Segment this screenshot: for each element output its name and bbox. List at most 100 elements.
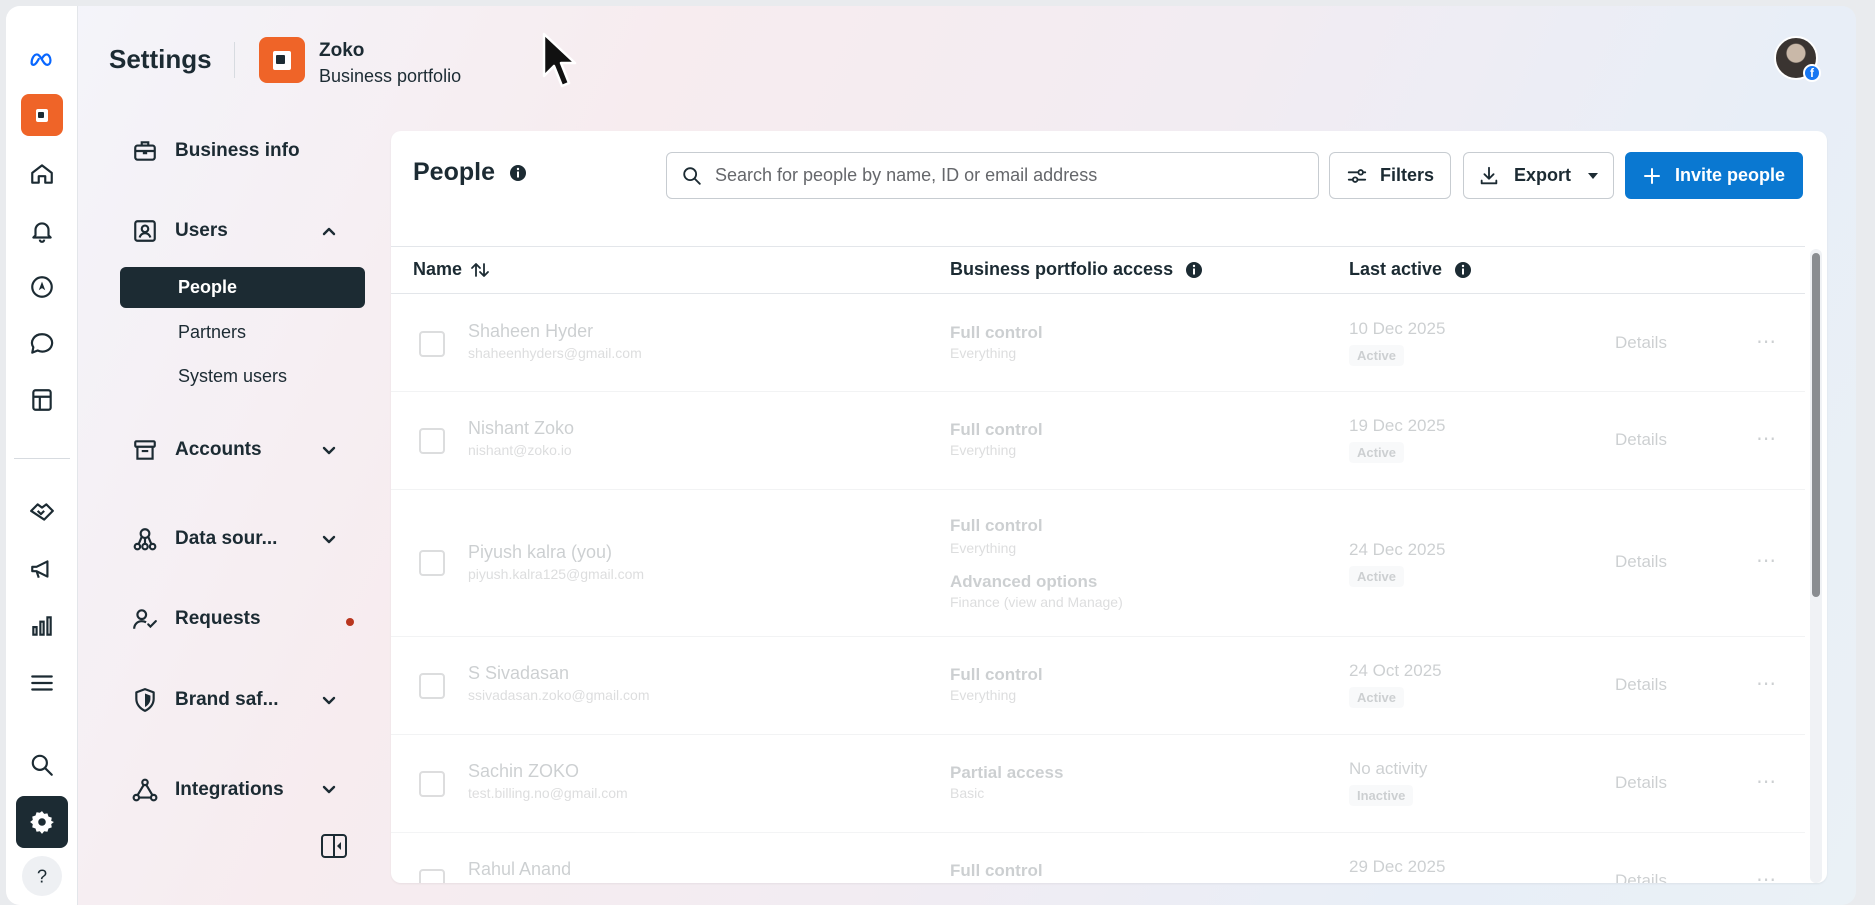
search-icon[interactable] bbox=[20, 743, 64, 787]
search-input-wrapper[interactable] bbox=[666, 152, 1319, 199]
column-header-access: Business portfolio access bbox=[950, 259, 1203, 280]
row-name: Nishant Zoko bbox=[468, 418, 575, 438]
row-last-active: 19 Dec 2025 bbox=[1349, 416, 1446, 435]
help-icon[interactable]: ? bbox=[22, 856, 62, 896]
table-row[interactable]: Shaheen Hyder shaheenhyders@gmail.com Fu… bbox=[391, 295, 1805, 392]
row-email: piyush.kalra125@gmail.com bbox=[468, 566, 645, 582]
rail-divider bbox=[14, 458, 70, 459]
scrollbar-thumb[interactable] bbox=[1812, 253, 1820, 597]
left-rail: ? bbox=[6, 6, 78, 905]
more-options-icon[interactable]: ⋯ bbox=[1756, 671, 1777, 696]
search-icon bbox=[683, 166, 701, 185]
table-row[interactable]: Sachin ZOKO test.billing.no@gmail.com Pa… bbox=[391, 735, 1805, 833]
info-icon[interactable] bbox=[1185, 261, 1203, 279]
sidebar-item-system-users[interactable]: System users bbox=[120, 356, 365, 397]
row-access-detail: Everything bbox=[950, 687, 1017, 703]
row-access: Full control bbox=[950, 516, 1043, 535]
row-email: ssivadasan.zoko@gmail.com bbox=[468, 687, 650, 703]
row-email: test.billing.no@gmail.com bbox=[468, 785, 628, 801]
details-link[interactable]: Details bbox=[1615, 773, 1667, 793]
details-link[interactable]: Details bbox=[1615, 871, 1667, 883]
row-last-active: 29 Dec 2025 bbox=[1349, 857, 1446, 876]
user-icon bbox=[419, 771, 445, 797]
chevron-down-icon[interactable] bbox=[320, 531, 338, 549]
sidebar-item-brand-safety[interactable]: Brand saf... bbox=[131, 680, 278, 720]
sidebar-item-business-info[interactable]: Business info bbox=[131, 131, 300, 171]
gear-icon[interactable] bbox=[16, 796, 68, 848]
column-header-label: Business portfolio access bbox=[950, 259, 1174, 279]
menu-icon[interactable] bbox=[20, 661, 64, 705]
facebook-badge-icon: f bbox=[1803, 64, 1821, 82]
column-header-last-active: Last active bbox=[1349, 259, 1472, 280]
briefcase-icon bbox=[131, 137, 159, 165]
sort-icon[interactable] bbox=[470, 261, 490, 279]
more-options-icon[interactable]: ⋯ bbox=[1756, 548, 1777, 573]
megaphone-icon[interactable] bbox=[20, 547, 64, 591]
row-name: S Sivadasan bbox=[468, 663, 570, 683]
sidebar-item-label: Brand saf... bbox=[175, 689, 279, 710]
details-link[interactable]: Details bbox=[1615, 675, 1667, 695]
sidebar-item-accounts[interactable]: Accounts bbox=[131, 430, 262, 470]
status-badge: Active bbox=[1349, 687, 1405, 708]
column-header-label: Last active bbox=[1349, 259, 1443, 279]
sidebar-item-integrations[interactable]: Integrations bbox=[131, 770, 284, 810]
bar-chart-icon[interactable] bbox=[20, 604, 64, 648]
row-last-active: 10 Dec 2025 bbox=[1349, 319, 1446, 338]
details-link[interactable]: Details bbox=[1615, 333, 1667, 353]
invite-people-button[interactable]: Invite people bbox=[1625, 152, 1803, 199]
portfolio-logo[interactable] bbox=[259, 37, 305, 83]
sidebar-item-data-sources[interactable]: Data sour... bbox=[131, 519, 277, 559]
more-options-icon[interactable]: ⋯ bbox=[1756, 769, 1777, 794]
row-name: Sachin ZOKO bbox=[468, 761, 580, 781]
filters-label: Filters bbox=[1379, 165, 1435, 185]
chevron-down-icon[interactable] bbox=[320, 442, 338, 460]
pages-icon[interactable] bbox=[20, 378, 64, 422]
more-options-icon[interactable]: ⋯ bbox=[1756, 426, 1777, 451]
bell-icon[interactable] bbox=[20, 209, 64, 253]
chat-icon[interactable] bbox=[20, 322, 64, 366]
data-nodes-icon bbox=[131, 525, 159, 553]
details-link[interactable]: Details bbox=[1615, 552, 1667, 572]
export-button[interactable]: Export bbox=[1463, 152, 1614, 199]
user-icon bbox=[419, 673, 445, 699]
row-email: nishant@zoko.io bbox=[468, 442, 572, 458]
table-row[interactable]: Piyush kalra (you) piyush.kalra125@gmail… bbox=[391, 490, 1805, 637]
search-input[interactable] bbox=[715, 165, 1318, 186]
meta-logo-icon[interactable] bbox=[20, 37, 64, 81]
table-row[interactable]: Nishant Zoko nishant@zoko.io Full contro… bbox=[391, 392, 1805, 490]
more-options-icon[interactable]: ⋯ bbox=[1756, 329, 1777, 354]
row-access: Full control bbox=[950, 323, 1043, 342]
collapse-sidebar-icon[interactable] bbox=[320, 833, 348, 859]
table-header: Name Business portfolio access Last acti… bbox=[391, 246, 1805, 294]
page-title: Settings bbox=[109, 44, 212, 74]
chevron-down-icon[interactable] bbox=[320, 781, 338, 799]
chevron-up-icon[interactable] bbox=[320, 222, 338, 240]
sidebar-item-label: Data sour... bbox=[175, 528, 278, 549]
table-row[interactable]: S Sivadasan ssivadasan.zoko@gmail.com Fu… bbox=[391, 637, 1805, 735]
sidebar-item-partners[interactable]: Partners bbox=[120, 312, 365, 353]
details-link[interactable]: Details bbox=[1615, 430, 1667, 450]
compass-icon[interactable] bbox=[20, 265, 64, 309]
sidebar-item-people[interactable]: People bbox=[120, 267, 365, 308]
more-options-icon[interactable]: ⋯ bbox=[1756, 867, 1777, 883]
svg-text:?: ? bbox=[37, 866, 47, 887]
status-badge: Active bbox=[1349, 442, 1405, 463]
row-name: Rahul Anand bbox=[468, 859, 572, 879]
portfolio-type: Business portfolio bbox=[319, 66, 462, 86]
zoko-logo-icon[interactable] bbox=[21, 94, 63, 136]
chevron-down-icon[interactable] bbox=[320, 692, 338, 710]
portfolio-name[interactable]: Zoko bbox=[319, 40, 364, 62]
home-icon[interactable] bbox=[20, 152, 64, 196]
table-row[interactable]: Rahul Anand Full control 29 Dec 2025 Det… bbox=[391, 833, 1805, 883]
user-badge-icon bbox=[131, 217, 159, 245]
shield-icon bbox=[131, 686, 159, 714]
info-icon[interactable] bbox=[1454, 261, 1472, 279]
filters-button[interactable]: Filters bbox=[1329, 152, 1451, 199]
sidebar-item-requests[interactable]: Requests bbox=[131, 599, 261, 639]
handshake-icon[interactable] bbox=[20, 490, 64, 534]
column-header-name[interactable]: Name bbox=[413, 259, 490, 280]
download-icon bbox=[1480, 166, 1498, 184]
info-icon[interactable] bbox=[509, 164, 527, 182]
caret-down-icon bbox=[1588, 172, 1598, 179]
sidebar-item-users[interactable]: Users bbox=[131, 211, 228, 251]
